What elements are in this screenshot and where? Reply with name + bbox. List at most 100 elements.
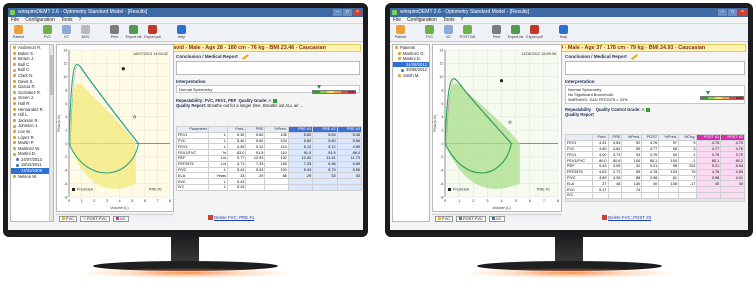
color-swatch bbox=[83, 217, 86, 220]
minimize-button[interactable]: – bbox=[333, 9, 342, 16]
close-button[interactable]: × bbox=[353, 9, 362, 16]
post-fvc-toggle[interactable]: POST FVC bbox=[80, 215, 110, 222]
value-cell: L bbox=[208, 183, 229, 191]
toolbar: Patient FVC VC MVV Print Export.xls Export.pdf… bbox=[8, 24, 363, 42]
export-xls-button[interactable]: Export.xls bbox=[507, 25, 524, 39]
patient-icon bbox=[14, 25, 23, 34]
menu-tools[interactable]: Tools bbox=[61, 17, 73, 23]
y-tick-label: 2 bbox=[441, 128, 443, 132]
edit-icon[interactable] bbox=[630, 53, 638, 60]
edit-icon[interactable] bbox=[241, 53, 249, 60]
export-pdf-button[interactable]: Export.pdf bbox=[526, 25, 543, 39]
value-cell: 5.43 bbox=[227, 183, 247, 191]
patient-item[interactable]: Smith M. bbox=[393, 73, 429, 79]
x-tick-label: 2 bbox=[472, 199, 474, 203]
post-bd-button[interactable]: POST BD bbox=[459, 25, 476, 39]
x-tick-label: 8 bbox=[557, 199, 559, 203]
base-glow bbox=[83, 268, 288, 278]
scrollbar[interactable] bbox=[49, 45, 53, 221]
patient-button[interactable]: Patient bbox=[10, 25, 27, 39]
patient-icon bbox=[13, 107, 16, 111]
close-button[interactable]: × bbox=[738, 9, 747, 16]
color-swatch bbox=[62, 217, 65, 220]
app-window: winspiroDEMT 2.6 - Optometry Standard Mo… bbox=[8, 8, 363, 230]
toolbar-label: Export.xls bbox=[507, 35, 524, 39]
pre-curve-label: PRE #1 bbox=[537, 188, 550, 192]
fvc-button[interactable]: FVC bbox=[421, 25, 438, 39]
toolbar-label: Print bbox=[492, 35, 501, 39]
menu-configuration[interactable]: Configuration bbox=[25, 17, 55, 23]
x-tick-label: 6 bbox=[529, 199, 531, 203]
fvc-toggle[interactable]: FVC bbox=[59, 215, 77, 222]
scrollbar-thumb[interactable] bbox=[50, 55, 53, 95]
exam-icon bbox=[401, 68, 404, 72]
y-tick-label: 8 bbox=[65, 88, 67, 92]
menu-file[interactable]: File bbox=[393, 17, 401, 23]
value-cell bbox=[264, 183, 289, 191]
menu-help[interactable]: ? bbox=[461, 17, 464, 23]
interpretation-title: Interpretation bbox=[565, 79, 595, 84]
quality-report-line: Quality Report bbox=[565, 112, 594, 117]
menu-configuration[interactable]: Configuration bbox=[407, 17, 437, 23]
patient-icon bbox=[13, 102, 16, 106]
help-button[interactable]: Help bbox=[555, 25, 572, 39]
delete-fvc-link[interactable]: Delete FVC: PRE #1 bbox=[208, 215, 254, 221]
maximize-button[interactable]: □ bbox=[343, 9, 352, 16]
x-tick-label: 1 bbox=[458, 199, 460, 203]
vc-button[interactable]: VC bbox=[58, 25, 75, 39]
conclusion-textbox[interactable] bbox=[176, 61, 360, 75]
x-tick-label: 5 bbox=[515, 199, 517, 203]
x-tick-label: 6 bbox=[144, 199, 146, 203]
menu-file[interactable]: File bbox=[11, 17, 19, 23]
maximize-button[interactable]: □ bbox=[728, 9, 737, 16]
patient-icon bbox=[13, 174, 16, 178]
delete-fvc-link[interactable]: Delete FVC: POST #3 bbox=[602, 215, 651, 221]
y-tick-label: -4 bbox=[440, 169, 443, 173]
minimize-button[interactable]: – bbox=[718, 9, 727, 16]
vc-button[interactable]: VC bbox=[440, 25, 457, 39]
app-icon bbox=[10, 10, 15, 15]
menu-help[interactable]: ? bbox=[79, 17, 82, 23]
export-pdf-button[interactable]: Export.pdf bbox=[144, 25, 161, 39]
y-tick-label: 4 bbox=[441, 115, 443, 119]
interpretation-title: Interpretation bbox=[176, 79, 206, 84]
exam-icon bbox=[16, 163, 19, 167]
help-button[interactable]: Help bbox=[173, 25, 190, 39]
severity-bar bbox=[312, 90, 356, 94]
severity-marker-icon bbox=[706, 91, 710, 95]
patient-icon bbox=[13, 124, 16, 128]
predicted-pef-marker bbox=[499, 79, 504, 83]
menu-tools[interactable]: Tools bbox=[443, 17, 455, 23]
flow-volume-graph: 14 12 10 8 6 4 2 0 -2 -4 -6 -8 0 1 2 3 4 5 6 7 8 Flow (L/s) Vo… bbox=[56, 44, 174, 212]
export-xls-button[interactable]: Export.xls bbox=[125, 25, 142, 39]
patient-icon bbox=[13, 51, 16, 55]
conclusion-textbox[interactable] bbox=[565, 61, 745, 75]
mvv-button[interactable]: MVV bbox=[77, 25, 94, 39]
chip-label: VC bbox=[495, 216, 502, 221]
patient-button[interactable]: Patient bbox=[392, 25, 409, 39]
export-xls-icon bbox=[511, 25, 520, 34]
patient-item[interactable]: Nelson W. bbox=[11, 174, 53, 180]
quality-report-line: Quality Report: Breathe out for a longer… bbox=[176, 103, 304, 108]
post-fvc-toggle[interactable]: POST FVC bbox=[456, 215, 486, 222]
help-icon bbox=[559, 25, 568, 34]
title-bar: winspiroDEMT 2.6 - Optometry Standard Mo… bbox=[8, 8, 363, 17]
fvc-button[interactable]: FVC bbox=[39, 25, 56, 39]
fvc-toggle[interactable]: FVC bbox=[435, 215, 453, 222]
print-button[interactable]: Print bbox=[106, 25, 123, 39]
results-panel: Conclusion / Medical Report Interpretati… bbox=[565, 53, 745, 117]
y-tick-label: 10 bbox=[63, 75, 67, 79]
patient-icon bbox=[13, 135, 16, 139]
table-scrollbar[interactable] bbox=[565, 198, 745, 202]
grade-indicator bbox=[646, 107, 651, 112]
vc-toggle[interactable]: VC bbox=[112, 215, 129, 222]
interpretation-text: Normal Spirometry No Significant Broncho… bbox=[565, 85, 745, 104]
toolbar: Patient FVC VC POST BD Print Export.xls Export… bbox=[390, 24, 748, 42]
y-tick-label: 14 bbox=[439, 48, 443, 52]
print-button[interactable]: Print bbox=[488, 25, 505, 39]
patient-icon bbox=[13, 85, 16, 89]
value-cell bbox=[287, 183, 314, 191]
item-label: Smith M. bbox=[403, 72, 420, 78]
vc-toggle[interactable]: VC bbox=[488, 215, 505, 222]
value-cell bbox=[312, 183, 338, 191]
